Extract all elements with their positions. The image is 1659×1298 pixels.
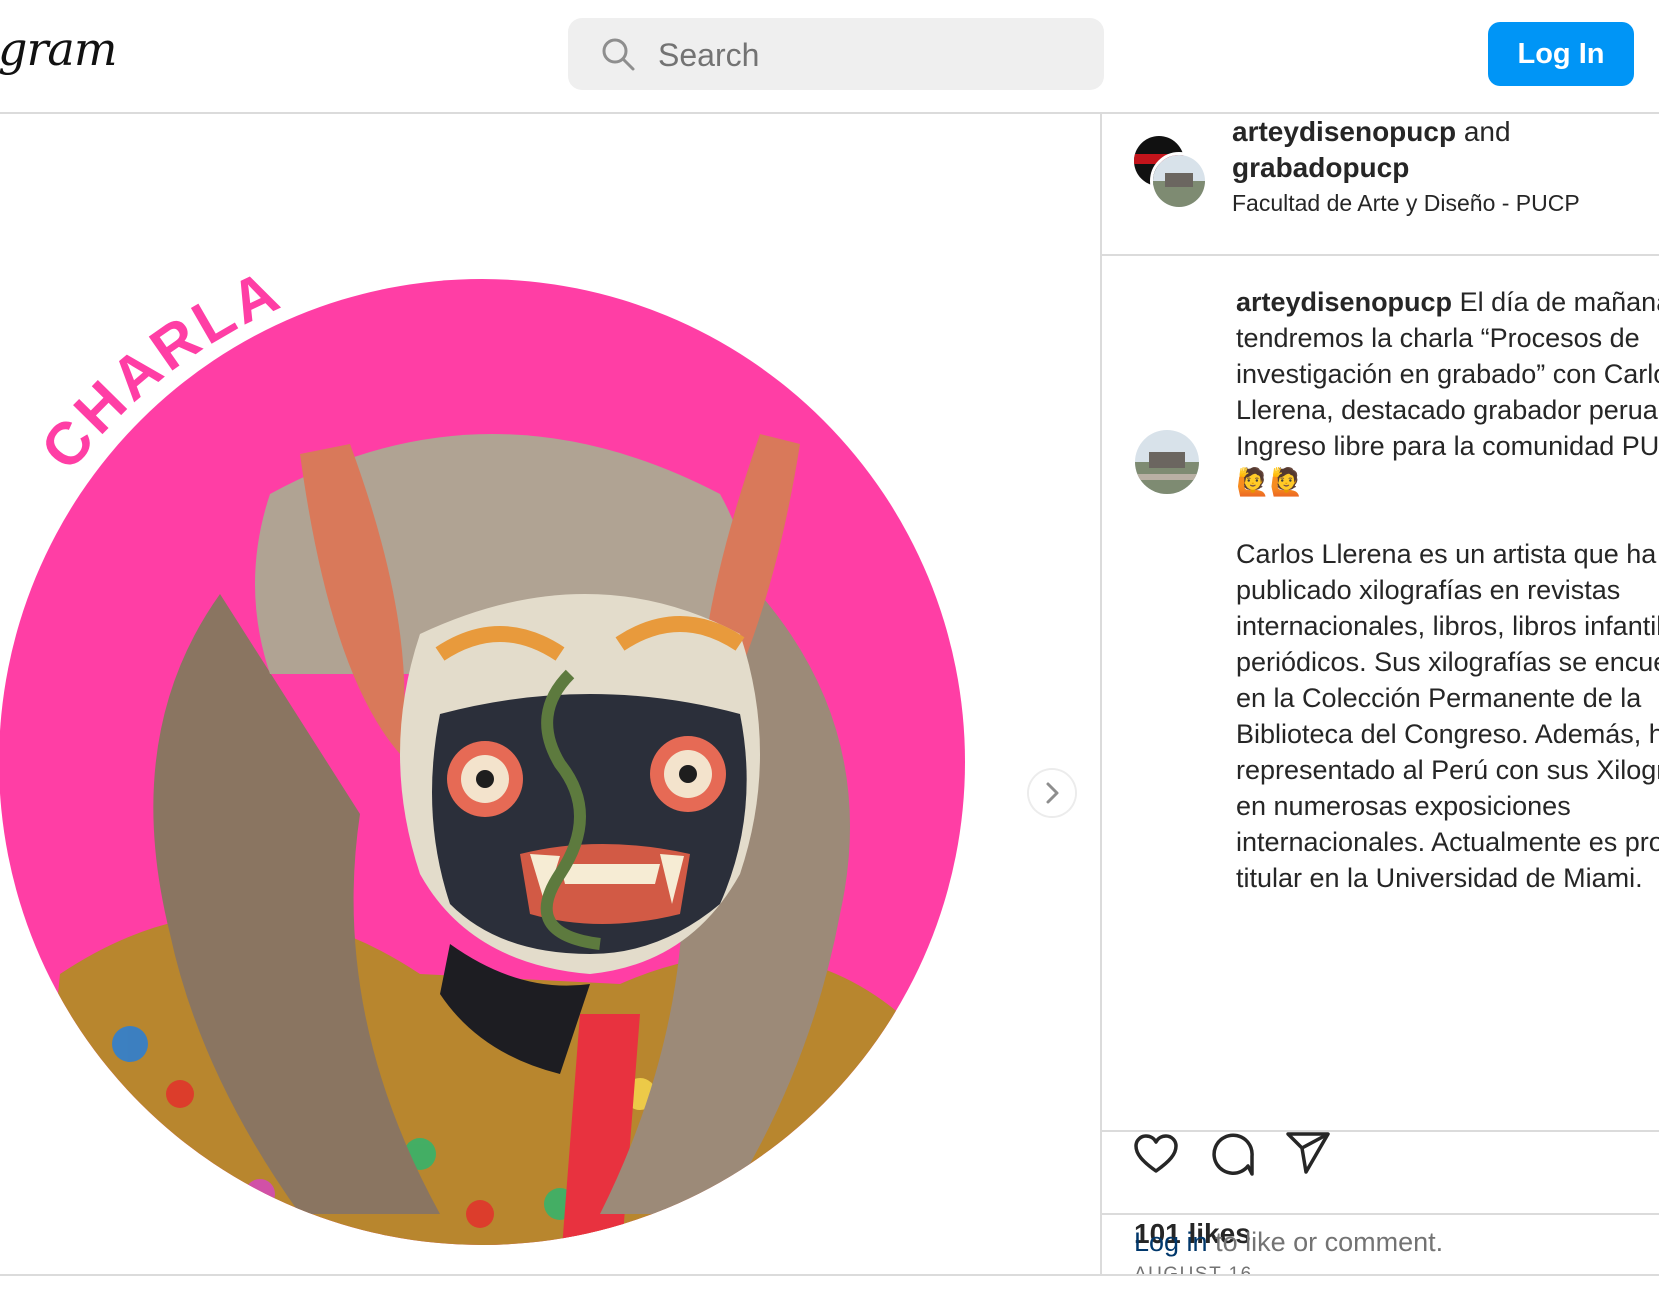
caption-text: arteydisenopucp El día de mañana tendrem…	[1236, 284, 1659, 896]
bottom-divider	[0, 1274, 1659, 1276]
avatar[interactable]	[1135, 430, 1199, 494]
instagram-logo[interactable]: gram	[0, 22, 117, 76]
post-media[interactable]: CHARLA	[0, 114, 1100, 1274]
author-joiner: and	[1456, 116, 1511, 147]
caption-body: El día de mañana tendremos la charla “Pr…	[1236, 287, 1659, 893]
login-prompt-text: to like or comment.	[1207, 1227, 1444, 1257]
next-image-button[interactable]	[1029, 770, 1075, 816]
share-icon[interactable]	[1284, 1130, 1332, 1178]
caption-author-link[interactable]: arteydisenopucp	[1236, 287, 1452, 317]
post-image: CHARLA	[0, 256, 965, 1245]
chevron-right-icon	[1046, 782, 1059, 804]
post-sidebar: arteydisenopucp and grabadopucp Facultad…	[1100, 114, 1659, 1274]
log-in-link[interactable]: Log in	[1134, 1227, 1208, 1257]
caption-section: arteydisenopucp El día de mañana tendrem…	[1102, 256, 1659, 1132]
login-prompt: Log in to like or comment.	[1102, 1213, 1659, 1274]
search-icon	[602, 38, 635, 71]
author-link[interactable]: grabadopucp	[1232, 152, 1409, 183]
heart-icon[interactable]	[1132, 1130, 1180, 1178]
post-header: arteydisenopucp and grabadopucp Facultad…	[1102, 114, 1659, 256]
search-box[interactable]	[568, 18, 1104, 92]
search-input[interactable]	[656, 18, 1080, 92]
avatar[interactable]	[1150, 152, 1208, 210]
location-subtitle[interactable]: Facultad de Arte y Diseño - PUCP	[1232, 190, 1580, 217]
top-bar: gram Log In	[0, 0, 1659, 114]
log-in-button[interactable]: Log In	[1488, 22, 1634, 86]
comment-icon[interactable]	[1208, 1130, 1256, 1178]
author-link[interactable]: arteydisenopucp	[1232, 116, 1456, 147]
